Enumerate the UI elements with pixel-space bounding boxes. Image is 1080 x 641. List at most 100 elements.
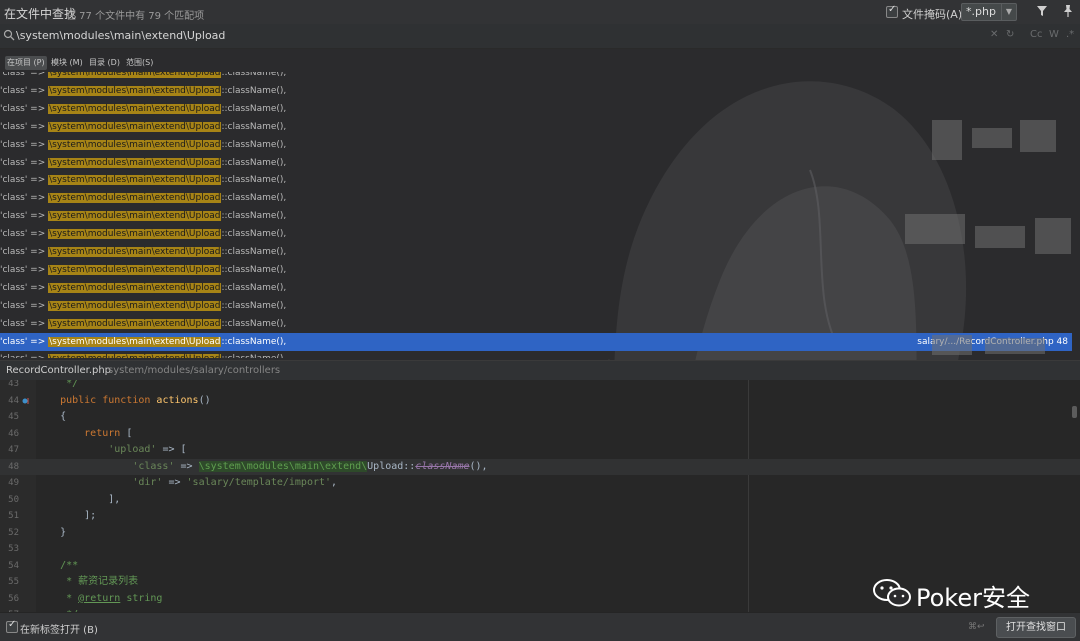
result-row[interactable]: 'class' => \system\modules\main\extend\U…	[0, 82, 1072, 100]
code-token: ,	[331, 477, 338, 488]
result-rest: ::className(),	[221, 354, 286, 358]
result-match: \system\modules\main\extend\Upload	[48, 211, 222, 222]
code-line[interactable]: 54 /**	[0, 558, 1080, 575]
result-rest: ::className(),	[221, 229, 287, 240]
history-icon[interactable]: ↻	[1006, 29, 1014, 40]
code-line[interactable]: 51 ];	[0, 508, 1080, 525]
result-key: 'class' =>	[0, 103, 46, 114]
code-line[interactable]: 50 ],	[0, 492, 1080, 509]
open-in-new-tab-label: 在新标签打开 (B)	[20, 625, 98, 636]
result-match: \system\modules\main\extend\Upload	[48, 300, 222, 311]
result-row[interactable]: 'class' => \system\modules\main\extend\U…	[0, 279, 1072, 297]
scope-tabs: 在项目 (P) 模块 (M) 目录 (D) 范围(S)	[0, 52, 1080, 74]
code-text: 'class' => \system\modules\main\extend\U…	[36, 459, 488, 476]
code-line[interactable]: 52 }	[0, 525, 1080, 542]
result-row[interactable]: 'class' => \system\modules\main\extend\U…	[0, 350, 1072, 358]
file-mask-label: 文件掩码(A):	[902, 8, 966, 21]
code-token: ],	[36, 493, 121, 505]
code-line[interactable]: 48 'class' => \system\modules\main\exten…	[0, 458, 1080, 476]
code-line[interactable]: 49 'dir' => 'salary/template/import',	[0, 475, 1080, 492]
tab-directory[interactable]: 目录 (D)	[87, 56, 122, 70]
code-line[interactable]: 47 'upload' => [	[0, 442, 1080, 459]
result-rest: ::className(),	[221, 193, 287, 204]
line-number: 45	[8, 412, 19, 422]
open-find-window-button[interactable]: 打开查找窗口	[996, 617, 1076, 638]
result-row[interactable]: 'class' => \system\modules\main\extend\U…	[0, 261, 1072, 279]
code-line[interactable]: 44 public function actions()	[0, 393, 1080, 410]
filter-icon[interactable]	[1036, 5, 1048, 17]
line-number: 51	[8, 511, 19, 521]
result-match: \system\modules\main\extend\Upload	[48, 85, 222, 96]
tab-scope[interactable]: 范围(S)	[124, 56, 155, 70]
regex-toggle-icon[interactable]: .*	[1066, 29, 1074, 40]
code-text: {	[36, 409, 66, 426]
open-in-new-tab-checkbox[interactable]	[6, 619, 18, 633]
open-shortcut-hint: ⌘↩	[968, 622, 985, 632]
result-row[interactable]: 'class' => \system\modules\main\extend\U…	[0, 100, 1072, 118]
code-text: ];	[36, 508, 96, 525]
result-row[interactable]: 'class' => \system\modules\main\extend\U…	[0, 297, 1072, 315]
tab-module[interactable]: 模块 (M)	[49, 56, 85, 70]
result-row[interactable]: 'class' => \system\modules\main\extend\U…	[0, 154, 1072, 172]
watermark: Poker安全	[872, 576, 1072, 612]
code-token: */	[36, 380, 79, 389]
result-match: \system\modules\main\extend\Upload	[48, 229, 222, 240]
result-match: \system\modules\main\extend\Upload	[48, 121, 222, 132]
result-key: 'class' =>	[0, 247, 46, 257]
code-token: /**	[36, 559, 79, 571]
code-text: * @return string	[36, 591, 162, 608]
result-row[interactable]: 'class' => \system\modules\main\extend\U…	[0, 136, 1072, 154]
override-marker-icon[interactable]	[22, 397, 30, 405]
line-number: 56	[8, 593, 19, 604]
file-mask-value: *.php	[966, 5, 996, 18]
file-mask-select[interactable]: *.php ▼	[961, 3, 1017, 21]
result-key: 'class' =>	[0, 193, 46, 204]
code-text: ],	[36, 492, 120, 509]
preview-file-dir: system/modules/salary/controllers	[108, 365, 281, 376]
result-key: 'class' =>	[0, 121, 46, 132]
chevron-down-icon[interactable]: ▼	[1001, 4, 1016, 20]
result-row[interactable]: 'class' => \system\modules\main\extend\U…	[0, 118, 1072, 136]
code-token: =>	[174, 460, 199, 472]
result-rest: ::className(),	[221, 211, 287, 222]
result-key: 'class' =>	[0, 336, 46, 347]
whole-word-toggle[interactable]: W	[1049, 29, 1059, 40]
pin-icon[interactable]	[1062, 4, 1074, 18]
result-match: \system\modules\main\extend\Upload	[48, 264, 222, 275]
result-key: 'class' =>	[0, 85, 46, 96]
code-token: ()	[198, 394, 211, 406]
line-number: 54	[8, 560, 19, 571]
line-number: 47	[8, 445, 19, 455]
result-row[interactable]: 'class' => \system\modules\main\extend\U…	[0, 332, 1072, 351]
result-match: \system\modules\main\extend\Upload	[48, 354, 222, 358]
result-row[interactable]: 'class' => \system\modules\main\extend\U…	[0, 72, 1072, 82]
result-match: \system\modules\main\extend\Upload	[48, 103, 222, 114]
code-text: */	[36, 380, 78, 393]
result-row[interactable]: 'class' => \system\modules\main\extend\U…	[0, 243, 1072, 261]
result-row[interactable]: 'class' => \system\modules\main\extend\U…	[0, 171, 1072, 189]
clear-icon[interactable]: ✕	[990, 29, 998, 40]
result-match: \system\modules\main\extend\Upload	[48, 318, 222, 329]
code-line[interactable]: 53	[0, 541, 1080, 558]
match-case-toggle[interactable]: Cc	[1030, 29, 1042, 40]
file-mask-checkbox[interactable]	[886, 4, 898, 18]
code-line[interactable]: 45 {	[0, 409, 1080, 426]
search-icon[interactable]	[3, 29, 15, 41]
code-line[interactable]: 43 */	[0, 380, 1080, 393]
result-key: 'class' =>	[0, 300, 46, 311]
result-rest: ::className(),	[221, 72, 287, 78]
result-key: 'class' =>	[0, 211, 46, 222]
search-input[interactable]	[16, 27, 916, 43]
line-number: 43	[8, 380, 19, 389]
result-row[interactable]: 'class' => \system\modules\main\extend\U…	[0, 189, 1072, 207]
code-token: \system\modules\main\extend\	[198, 460, 368, 472]
result-row[interactable]: 'class' => \system\modules\main\extend\U…	[0, 315, 1072, 333]
code-line[interactable]: 46 return [	[0, 426, 1080, 443]
result-match: \system\modules\main\extend\Upload	[48, 282, 222, 293]
result-key: 'class' =>	[0, 72, 46, 78]
result-rest: ::className(),	[221, 121, 287, 132]
result-rest: ::className(),	[221, 247, 287, 257]
code-token: public function	[36, 394, 157, 406]
result-key: 'class' =>	[0, 175, 46, 186]
tab-project[interactable]: 在项目 (P)	[5, 56, 47, 70]
